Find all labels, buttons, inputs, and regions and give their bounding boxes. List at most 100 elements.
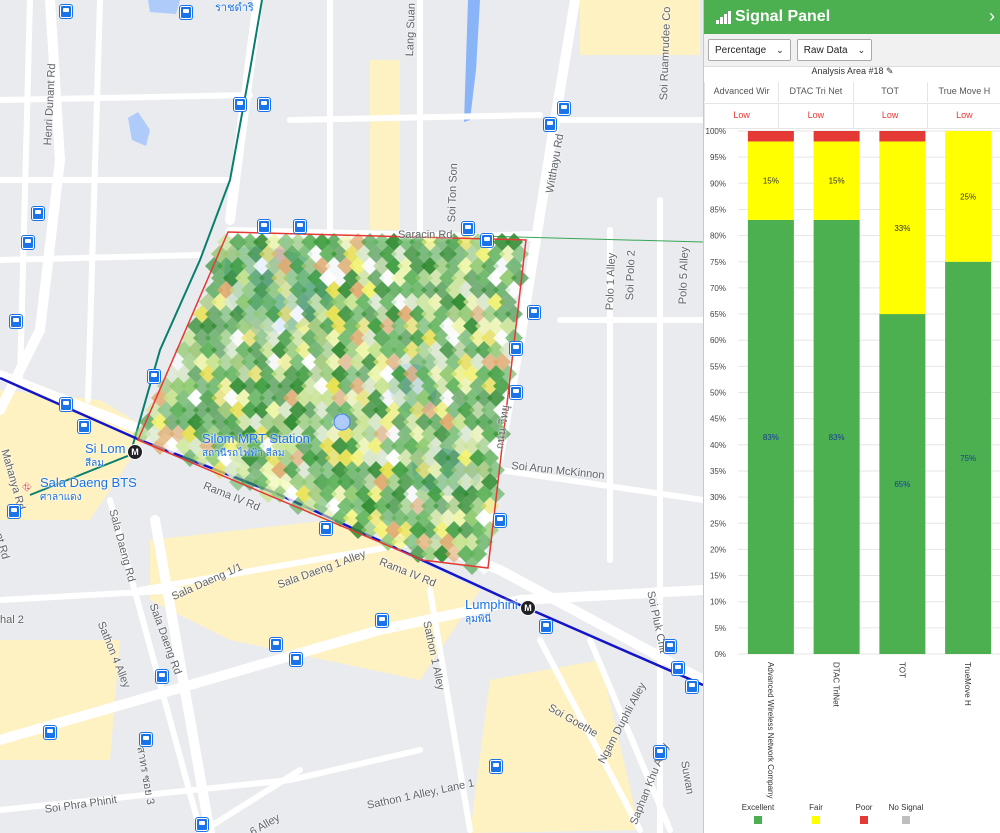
bus-stop-icon[interactable] bbox=[558, 102, 570, 115]
bus-stop-icon[interactable] bbox=[510, 342, 522, 355]
legend-item[interactable]: Excellent bbox=[728, 803, 788, 824]
bar-segment[interactable] bbox=[747, 131, 794, 142]
data-label: 25% bbox=[960, 192, 976, 201]
map-view[interactable]: Saracin Rd Rama IV Rd Rama IV Rd Henri D… bbox=[0, 0, 703, 833]
rating-label: Low bbox=[852, 104, 927, 128]
bus-stop-icon[interactable] bbox=[78, 420, 90, 433]
bus-stop-icon[interactable] bbox=[140, 733, 152, 746]
y-tick-label: 60% bbox=[710, 336, 726, 345]
bus-stop-icon[interactable] bbox=[234, 98, 246, 111]
legend-swatch bbox=[902, 816, 910, 824]
x-tick-label: TOT bbox=[897, 662, 906, 678]
bus-stop-icon[interactable] bbox=[494, 514, 506, 527]
bus-stop-icon[interactable] bbox=[196, 818, 208, 831]
mrt-station-icon[interactable]: M bbox=[520, 600, 536, 616]
bus-stop-icon[interactable] bbox=[528, 306, 540, 319]
bus-stop-icon[interactable] bbox=[664, 640, 676, 653]
canal bbox=[464, 0, 480, 122]
y-tick-label: 80% bbox=[710, 232, 726, 241]
y-tick-label: 65% bbox=[710, 310, 726, 319]
data-label: 33% bbox=[894, 224, 910, 233]
bus-stop-icon[interactable] bbox=[180, 6, 192, 19]
monument-marker bbox=[333, 413, 351, 431]
bus-stop-icon[interactable] bbox=[462, 222, 474, 235]
bts-icon: ⛗ bbox=[22, 480, 32, 494]
chevron-down-icon: ⌄ bbox=[857, 44, 866, 55]
station-label-silom[interactable]: Si Lom สีลม bbox=[85, 441, 125, 471]
map-canvas[interactable] bbox=[0, 0, 703, 833]
bus-stop-icon[interactable] bbox=[270, 638, 282, 651]
column-headers: Advanced Wir DTAC Tri Net TOT True Move … bbox=[704, 82, 1000, 102]
bus-stop-icon[interactable] bbox=[148, 370, 160, 383]
commercial-area bbox=[580, 0, 700, 55]
rating-label: Low bbox=[778, 104, 852, 128]
legend-swatch bbox=[860, 816, 868, 824]
bus-stop-icon[interactable] bbox=[290, 653, 302, 666]
bar-segment[interactable] bbox=[813, 131, 860, 142]
y-tick-label: 20% bbox=[710, 545, 726, 554]
column-header[interactable]: TOT bbox=[852, 82, 927, 102]
legend-item[interactable]: No Signal bbox=[876, 803, 936, 824]
y-tick-label: 10% bbox=[710, 598, 726, 607]
signal-bars-icon bbox=[716, 10, 731, 24]
y-tick-label: 100% bbox=[706, 127, 726, 136]
station-label-sala-daeng[interactable]: Sala Daeng BTS ศาลาแดง bbox=[40, 475, 137, 505]
road-label: Polo 1 Alley bbox=[604, 252, 618, 311]
y-tick-label: 15% bbox=[710, 572, 726, 581]
bus-stop-icon[interactable] bbox=[540, 620, 552, 633]
station-label-silom-mrt[interactable]: Silom MRT Station สถานีรถไฟฟ้า สีลม bbox=[202, 431, 310, 461]
y-tick-label: 75% bbox=[710, 258, 726, 267]
data-label: 15% bbox=[829, 177, 845, 186]
legend-swatch bbox=[812, 816, 820, 824]
bus-stop-icon[interactable] bbox=[258, 220, 270, 233]
bus-stop-icon[interactable] bbox=[481, 234, 493, 247]
bus-stop-icon[interactable] bbox=[376, 614, 388, 627]
pencil-icon[interactable]: ✎ bbox=[886, 66, 894, 76]
bus-stop-icon[interactable] bbox=[686, 680, 698, 693]
bus-stop-icon[interactable] bbox=[294, 220, 306, 233]
chevron-down-icon: ⌄ bbox=[776, 44, 784, 55]
bus-stop-icon[interactable] bbox=[22, 236, 34, 249]
legend-label: No Signal bbox=[888, 803, 924, 812]
road-label: Polo 5 Alley bbox=[677, 246, 691, 305]
y-tick-label: 90% bbox=[710, 179, 726, 188]
bus-stop-icon[interactable] bbox=[32, 207, 44, 220]
bar-segment[interactable] bbox=[879, 131, 926, 142]
column-header[interactable]: Advanced Wir bbox=[704, 82, 778, 102]
road-label: Saracin Rd bbox=[398, 229, 453, 241]
chevron-right-icon[interactable]: › bbox=[989, 6, 995, 27]
bus-stop-icon[interactable] bbox=[44, 726, 56, 739]
data-label: 83% bbox=[829, 433, 845, 442]
station-label-lumphini[interactable]: Lumphini ลุมพินี bbox=[465, 597, 518, 627]
y-tick-label: 55% bbox=[710, 362, 726, 371]
column-header[interactable]: DTAC Tri Net bbox=[778, 82, 852, 102]
bus-stop-icon[interactable] bbox=[672, 662, 684, 675]
legend-swatch bbox=[754, 816, 762, 824]
bus-stop-icon[interactable] bbox=[510, 386, 522, 399]
panel-header: Signal Panel › bbox=[704, 0, 1000, 34]
bus-stop-icon[interactable] bbox=[60, 398, 72, 411]
mrt-station-icon[interactable]: M bbox=[127, 444, 143, 460]
y-tick-label: 35% bbox=[710, 467, 726, 476]
bus-stop-icon[interactable] bbox=[258, 98, 270, 111]
bus-stop-icon[interactable] bbox=[60, 5, 72, 18]
mode-select[interactable]: Percentage ⌄ bbox=[708, 39, 791, 61]
bus-stop-icon[interactable] bbox=[544, 118, 556, 131]
data-select[interactable]: Raw Data ⌄ bbox=[796, 39, 873, 61]
pond bbox=[128, 112, 150, 146]
signal-panel: Signal Panel › Percentage ⌄ Raw Data ⌄ Ana… bbox=[703, 0, 1000, 833]
bus-stop-icon[interactable] bbox=[8, 505, 20, 518]
x-tick-label: Advanced Wireless Network Company bbox=[766, 662, 775, 799]
y-tick-label: 30% bbox=[710, 493, 726, 502]
bus-stop-icon[interactable] bbox=[10, 315, 22, 328]
column-header[interactable]: True Move H bbox=[926, 82, 1000, 102]
bus-stop-icon[interactable] bbox=[320, 522, 332, 535]
bus-stop-icon[interactable] bbox=[654, 746, 666, 759]
road-label: hal 2 bbox=[0, 614, 24, 626]
stacked-bar-chart: 0% 5% 10% 15% 20% 25% 30% 35% 40% 45% 50% 55% 60% 65%… bbox=[706, 127, 1000, 799]
road-label: Soi Polo 2 bbox=[624, 249, 638, 301]
bus-stop-icon[interactable] bbox=[156, 670, 168, 683]
bus-stop-icon[interactable] bbox=[490, 760, 502, 773]
x-tick-label: DTAC TriNet bbox=[832, 662, 841, 708]
station-label-ratchadamri[interactable]: ราชดำริ bbox=[215, 0, 254, 16]
